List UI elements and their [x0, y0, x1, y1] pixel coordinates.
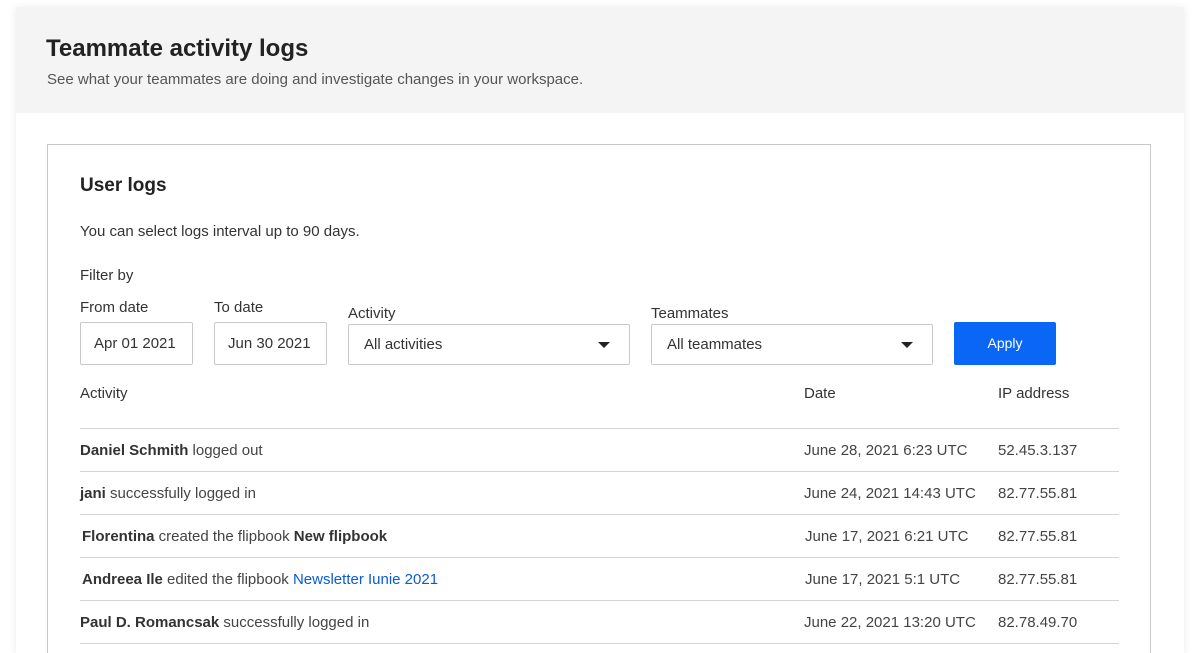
- ip-cell: 82.77.55.81: [998, 528, 1078, 545]
- activity-select-value: All activities: [364, 336, 443, 353]
- activity-action: successfully logged in: [219, 614, 370, 631]
- activity-action: edited the flipbook: [162, 571, 293, 588]
- to-date-label: To date: [214, 299, 264, 316]
- table-row: Florentina created the flipbook New flip…: [80, 515, 1119, 558]
- table-row: Daniel Schmith logged out June 28, 2021 …: [80, 429, 1119, 472]
- activity-cell: Florentina created the flipbook New flip…: [82, 528, 387, 545]
- filter-by-label: Filter by: [80, 267, 134, 284]
- activity-action: logged out: [188, 442, 263, 459]
- user-name: Paul D. Romancsak: [80, 614, 220, 631]
- activity-select[interactable]: All activities: [348, 324, 630, 365]
- date-cell: June 24, 2021 14:43 UTC: [804, 485, 976, 502]
- from-date-label: From date: [80, 299, 149, 316]
- flipbook-name: New flipbook: [293, 528, 388, 545]
- column-header-date: Date: [804, 385, 836, 402]
- apply-button[interactable]: Apply: [954, 322, 1056, 365]
- page-header: Teammate activity logs See what your tea…: [16, 7, 1184, 113]
- card-title: User logs: [80, 175, 167, 196]
- user-name: jani: [80, 485, 106, 502]
- table-row: jani successfully logged in June 24, 202…: [80, 472, 1119, 515]
- table-row: Paul D. Romancsak successfully logged in…: [80, 601, 1119, 644]
- activity-cell: jani successfully logged in: [80, 485, 256, 502]
- activity-label: Activity: [348, 305, 396, 322]
- column-header-ip: IP address: [998, 385, 1070, 402]
- to-date-input[interactable]: Jun 30 2021: [214, 322, 327, 365]
- activity-action: created the flipbook: [154, 528, 294, 545]
- ip-cell: 82.77.55.81: [998, 571, 1078, 588]
- activity-cell: Paul D. Romancsak successfully logged in: [80, 614, 369, 631]
- user-logs-card: User logs You can select logs interval u…: [47, 144, 1151, 653]
- page-title: Teammate activity logs: [46, 35, 309, 62]
- teammates-select[interactable]: All teammates: [651, 324, 933, 365]
- teammates-select-value: All teammates: [667, 336, 763, 353]
- app-frame: Teammate activity logs See what your tea…: [16, 7, 1184, 653]
- from-date-input[interactable]: Apr 01 2021: [80, 322, 193, 365]
- ip-cell: 82.78.49.70: [998, 614, 1078, 631]
- ip-cell: 52.45.3.137: [998, 442, 1078, 459]
- chevron-down-icon: [598, 342, 610, 348]
- flipbook-link[interactable]: Newsletter Iunie 2021: [293, 571, 438, 588]
- column-header-activity: Activity: [80, 385, 128, 402]
- activity-cell: Daniel Schmith logged out: [80, 442, 263, 459]
- activity-cell: Andreea Ile edited the flipbook Newslett…: [82, 571, 438, 588]
- activity-action: successfully logged in: [105, 485, 256, 502]
- chevron-down-icon: [901, 342, 913, 348]
- ip-cell: 82.77.55.81: [998, 485, 1078, 502]
- page-subtitle: See what your teammates are doing and in…: [47, 71, 584, 88]
- user-name: Florentina: [82, 528, 155, 545]
- interval-note: You can select logs interval up to 90 da…: [80, 223, 360, 240]
- teammates-label: Teammates: [651, 305, 729, 322]
- date-cell: June 17, 2021 5:1 UTC: [805, 571, 961, 588]
- user-name: Daniel Schmith: [80, 442, 189, 459]
- date-cell: June 28, 2021 6:23 UTC: [804, 442, 968, 459]
- table-row: Andreea Ile edited the flipbook Newslett…: [80, 558, 1119, 601]
- date-cell: June 17, 2021 6:21 UTC: [805, 528, 969, 545]
- user-name: Andreea Ile: [82, 571, 163, 588]
- date-cell: June 22, 2021 13:20 UTC: [804, 614, 976, 631]
